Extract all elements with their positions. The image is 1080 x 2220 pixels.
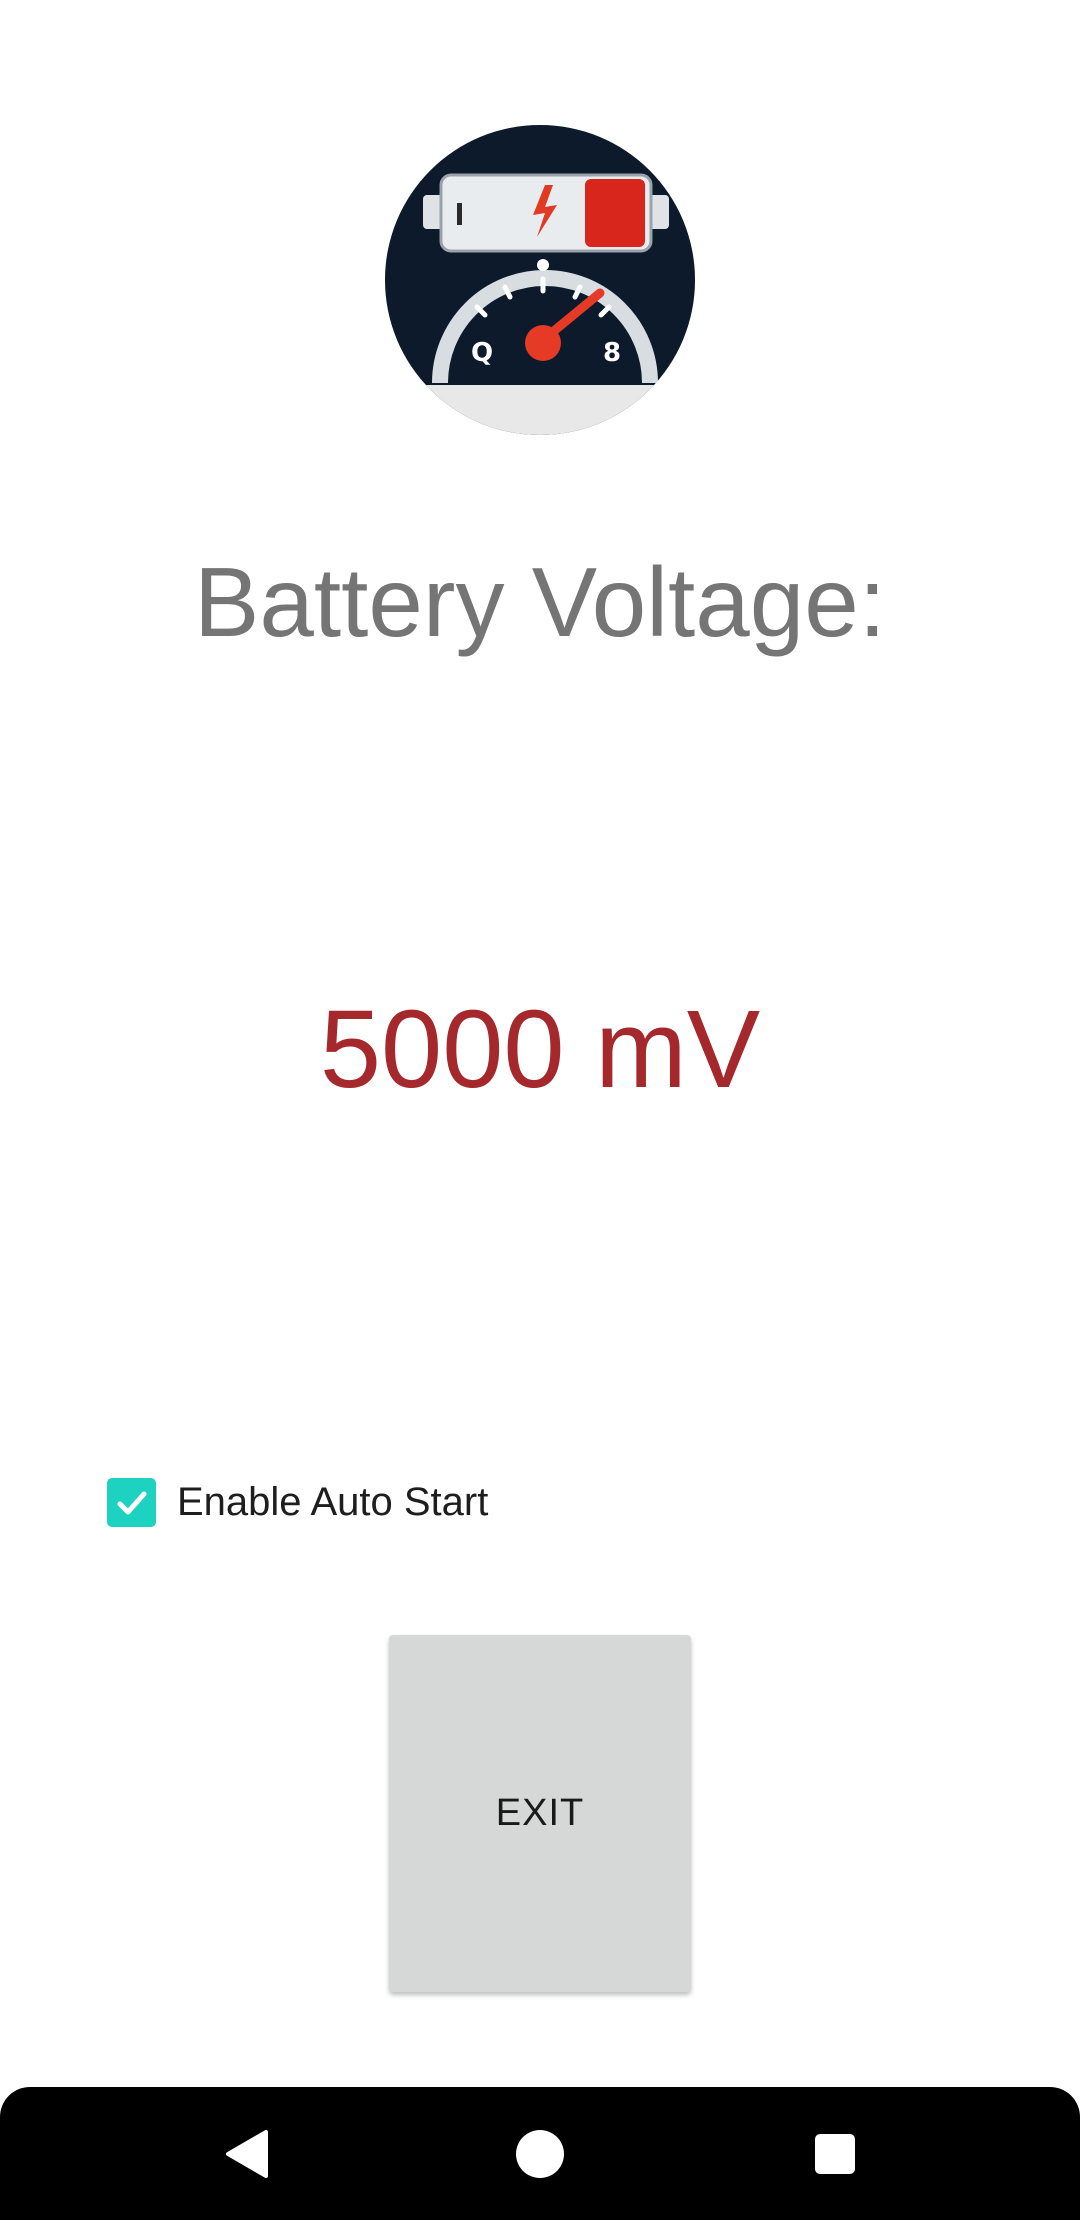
checkmark-icon bbox=[117, 1491, 146, 1514]
back-triangle-icon bbox=[226, 2129, 268, 2178]
home-circle-icon bbox=[516, 2129, 564, 2178]
app-screen: Q 8 Battery Voltage: 5000 mV Enable Auto… bbox=[0, 0, 1080, 2220]
nav-back-button[interactable] bbox=[167, 2087, 327, 2220]
gauge-left-label: Q bbox=[471, 338, 493, 368]
system-nav-bar bbox=[0, 2087, 1080, 2220]
nav-recents-button[interactable] bbox=[755, 2087, 915, 2220]
nav-home-button[interactable] bbox=[460, 2087, 620, 2220]
gauge-right-label: 8 bbox=[603, 338, 621, 368]
battery-gauge-icon: Q 8 bbox=[385, 125, 695, 435]
voltage-heading: Battery Voltage: bbox=[194, 547, 886, 657]
exit-button[interactable]: EXIT bbox=[389, 1635, 691, 1992]
auto-start-toggle[interactable]: Enable Auto Start bbox=[107, 1475, 488, 1530]
recents-square-icon bbox=[815, 2133, 855, 2174]
voltage-value: 5000 mV bbox=[319, 988, 761, 1111]
auto-start-checkbox[interactable] bbox=[107, 1478, 156, 1527]
auto-start-label: Enable Auto Start bbox=[177, 1480, 489, 1524]
